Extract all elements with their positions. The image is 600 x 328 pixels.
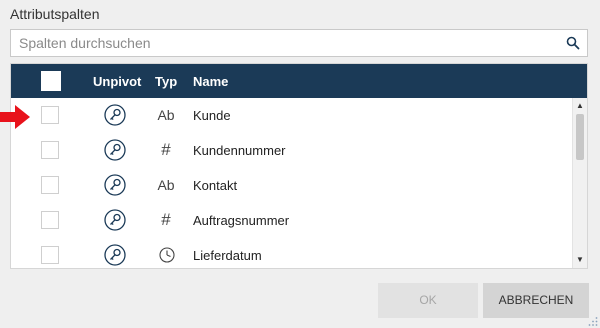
text-type-icon: Ab — [157, 107, 175, 123]
key-icon[interactable] — [104, 174, 126, 196]
number-type-icon: # — [161, 210, 171, 229]
scroll-up-icon[interactable]: ▲ — [575, 101, 585, 111]
column-header-unpivot: Unpivot — [93, 74, 142, 89]
columns-table: Unpivot Typ Name Ab Kunde # Kundennummer… — [10, 63, 588, 269]
row-checkbox[interactable] — [41, 176, 59, 194]
red-arrow-icon — [0, 105, 30, 129]
row-name: Lieferdatum — [193, 248, 262, 263]
table-row[interactable]: Lieferdatum — [11, 238, 573, 268]
clock-type-icon — [159, 247, 175, 263]
scroll-thumb[interactable] — [576, 114, 584, 160]
key-icon[interactable] — [104, 244, 126, 266]
search-input[interactable] — [11, 30, 567, 56]
search-box — [10, 29, 588, 57]
ok-button[interactable]: OK — [378, 283, 478, 318]
key-icon[interactable] — [104, 209, 126, 231]
table-row[interactable]: Ab Kunde — [11, 98, 573, 133]
row-checkbox[interactable] — [41, 246, 59, 264]
dialog-title: Attributspalten — [10, 6, 100, 22]
key-icon[interactable] — [104, 104, 126, 126]
row-name: Kunde — [193, 108, 231, 123]
table-row[interactable]: # Auftragsnummer — [11, 203, 573, 238]
key-icon[interactable] — [104, 139, 126, 161]
number-type-icon: # — [161, 140, 171, 159]
attribute-columns-dialog: Attributspalten Unpivot Typ Name — [0, 0, 600, 328]
table-row[interactable]: Ab Kontakt — [11, 168, 573, 203]
text-type-icon: Ab — [157, 177, 175, 193]
scroll-down-icon[interactable]: ▼ — [575, 255, 585, 265]
row-name: Kontakt — [193, 178, 238, 193]
vertical-scrollbar[interactable]: ▲ ▼ — [572, 98, 587, 268]
table-row[interactable]: # Kundennummer — [11, 133, 573, 168]
column-header-type: Typ — [155, 74, 178, 89]
row-checkbox[interactable] — [41, 211, 59, 229]
row-name: Kundennummer — [193, 143, 286, 158]
resize-grip-icon[interactable] — [588, 316, 598, 326]
select-all-checkbox[interactable] — [41, 71, 61, 91]
column-header-name: Name — [193, 74, 229, 89]
table-body: Ab Kunde # Kundennummer Ab Kontakt # Auf… — [11, 98, 573, 268]
row-checkbox[interactable] — [41, 106, 59, 124]
table-header: Unpivot Typ Name — [11, 64, 587, 98]
row-name: Auftragsnummer — [193, 213, 290, 228]
row-checkbox[interactable] — [41, 141, 59, 159]
search-icon[interactable] — [566, 36, 580, 50]
cancel-button[interactable]: ABBRECHEN — [483, 283, 589, 318]
